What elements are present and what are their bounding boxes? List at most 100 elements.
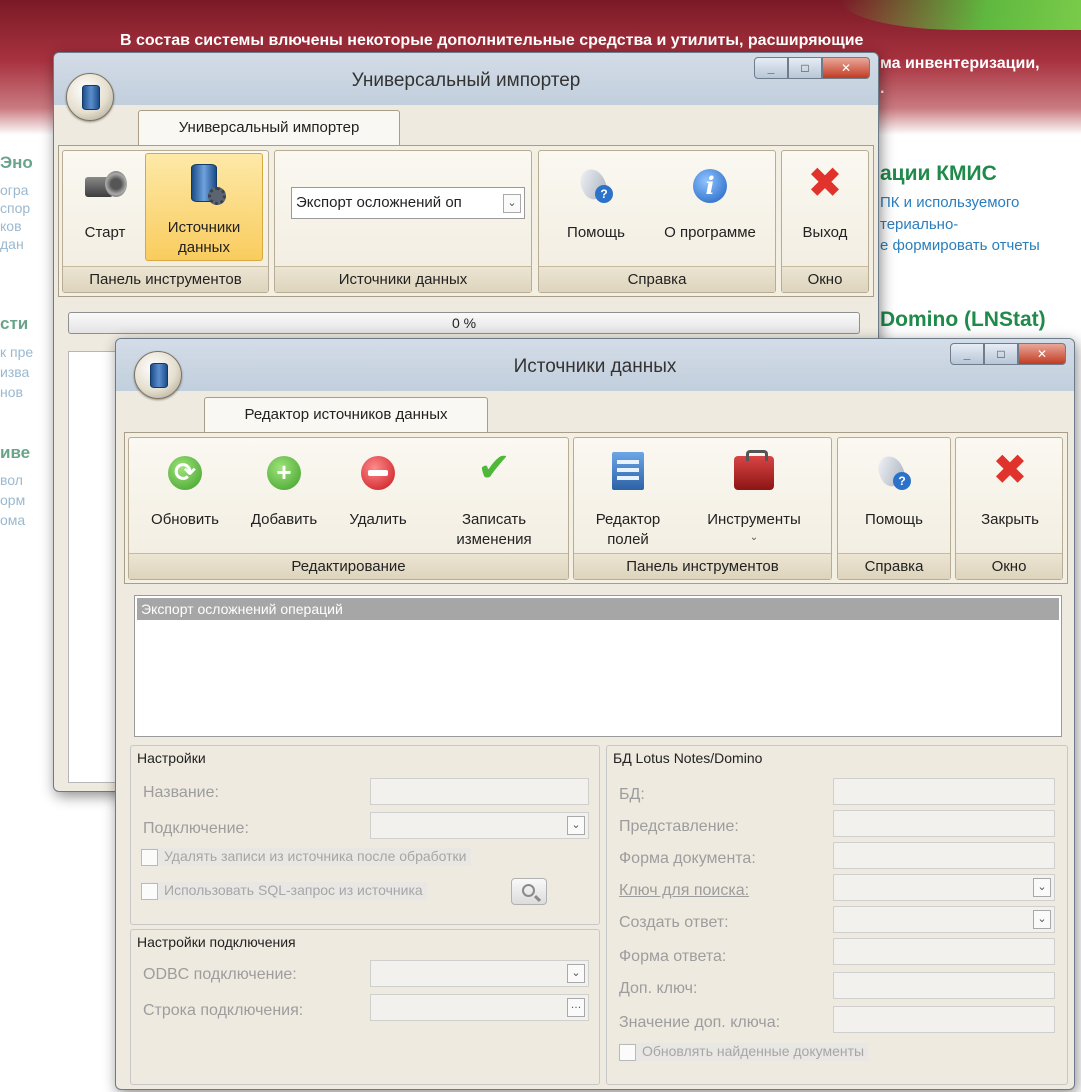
- sources-ribbon: ⟳ Обновить + Добавить Удалить ✔ Записать…: [124, 432, 1068, 584]
- group-window: ✖ Закрыть Окно: [955, 437, 1063, 580]
- ellipsis-icon[interactable]: …: [567, 998, 585, 1017]
- delete-button[interactable]: Удалить: [335, 444, 421, 548]
- refresh-button[interactable]: ⟳ Обновить: [139, 444, 231, 548]
- doc-form-label: Форма документа:: [619, 850, 756, 867]
- save-changes-button[interactable]: ✔ Записать изменения: [429, 444, 559, 548]
- tools-button-label: Инструменты: [707, 511, 801, 528]
- group-window: ✖ Выход Окно: [781, 150, 869, 293]
- group-toolbar-label: Панель инструментов: [63, 266, 268, 292]
- create-reply-select[interactable]: ⌄: [833, 906, 1055, 933]
- extra-key-field[interactable]: [833, 972, 1055, 999]
- help-button-label: Помощь: [567, 224, 625, 241]
- extra-key-value-label: Значение доп. ключа:: [619, 1014, 781, 1031]
- chevron-down-icon[interactable]: ⌄: [1033, 878, 1051, 897]
- db-field[interactable]: [833, 778, 1055, 805]
- tab-universal-importer[interactable]: Универсальный импортер: [138, 110, 400, 146]
- checkbox-box[interactable]: [619, 1043, 636, 1061]
- close-button[interactable]: ✕: [1018, 343, 1066, 365]
- left-fragment: огра: [0, 182, 29, 198]
- left-fragment: дан: [0, 236, 24, 252]
- progress-text: 0 %: [451, 315, 477, 331]
- minimize-button[interactable]: _: [950, 343, 984, 365]
- help-button[interactable]: ? Помощь: [844, 444, 944, 548]
- chevron-down-icon[interactable]: ⌄: [567, 964, 585, 983]
- minimize-button[interactable]: _: [754, 57, 788, 79]
- left-fragment: нов: [0, 384, 23, 400]
- search-key-select[interactable]: ⌄: [833, 874, 1055, 901]
- data-sources-button[interactable]: Источники данных: [145, 153, 263, 261]
- importer-titlebar[interactable]: Универсальный импортер _ □ ✕: [54, 53, 878, 105]
- close-x-icon: ✖: [807, 159, 843, 206]
- chevron-down-icon: ⌄: [749, 532, 759, 543]
- group-editing: ⟳ Обновить + Добавить Удалить ✔ Записать…: [128, 437, 569, 580]
- save-changes-button-label: Записать изменения: [456, 511, 532, 548]
- search-key-label[interactable]: Ключ для поиска:: [619, 882, 749, 900]
- view-field[interactable]: [833, 810, 1055, 837]
- connection-settings-title: Настройки подключения: [137, 934, 296, 950]
- reply-form-field[interactable]: [833, 938, 1055, 965]
- source-select[interactable]: Экспорт осложнений оп ⌄: [291, 187, 525, 219]
- left-fragment: к пре: [0, 344, 34, 360]
- kmis-text-line3[interactable]: е формировать отчеты: [880, 237, 1040, 254]
- left-fragment: изва: [0, 364, 30, 380]
- banner-text-line3: .: [880, 80, 885, 97]
- add-button[interactable]: + Добавить: [235, 444, 333, 548]
- delete-icon: [361, 456, 395, 490]
- group-help-label: Справка: [838, 553, 950, 579]
- left-fragment: ома: [0, 512, 26, 528]
- kmis-text-line1[interactable]: ПК и используемого: [880, 194, 1019, 211]
- start-button-label: Старт: [84, 224, 126, 241]
- start-button[interactable]: Старт: [69, 157, 141, 261]
- kmis-text-line2[interactable]: териально-: [880, 216, 958, 233]
- help-button-label: Помощь: [865, 511, 923, 528]
- name-field[interactable]: [370, 778, 589, 805]
- checkbox-box[interactable]: [141, 848, 158, 866]
- left-fragment: Эно: [0, 153, 33, 172]
- list-item[interactable]: Экспорт осложнений операций: [137, 598, 1059, 620]
- delete-button-label: Удалить: [349, 511, 407, 528]
- data-sources-list[interactable]: Экспорт осложнений операций: [134, 595, 1062, 737]
- tools-dropdown-button[interactable]: Инструменты ⌄: [682, 444, 826, 548]
- banner-text-line2: ма инвентеризации,: [880, 55, 1040, 72]
- use-sql-checkbox[interactable]: Использовать SQL-запрос из источника: [141, 882, 427, 900]
- chevron-down-icon[interactable]: ⌄: [567, 816, 585, 835]
- maximize-button[interactable]: □: [984, 343, 1018, 365]
- importer-ribbon: Старт Источники данных Панель инструмент…: [58, 145, 874, 297]
- chevron-down-icon[interactable]: ⌄: [1033, 910, 1051, 929]
- conn-string-label: Строка подключения:: [143, 1002, 304, 1019]
- group-data-sources-label: Источники данных: [275, 266, 531, 292]
- tab-data-source-editor[interactable]: Редактор источников данных: [204, 397, 488, 433]
- about-button[interactable]: i О программе: [651, 157, 769, 261]
- field-editor-button[interactable]: Редактор полей: [580, 444, 676, 548]
- app-menu-orb[interactable]: [134, 351, 182, 399]
- view-label: Представление:: [619, 818, 739, 835]
- update-found-checkbox[interactable]: Обновлять найденные документы: [619, 1043, 869, 1061]
- conn-string-field[interactable]: …: [370, 994, 589, 1021]
- data-sources-button-label: Источники данных: [167, 219, 241, 256]
- odbc-select[interactable]: ⌄: [370, 960, 589, 987]
- delete-records-checkbox[interactable]: Удалять записи из источника после обрабо…: [141, 848, 471, 866]
- extra-key-value-field[interactable]: [833, 1006, 1055, 1033]
- doc-form-field[interactable]: [833, 842, 1055, 869]
- chevron-down-icon[interactable]: ⌄: [503, 194, 521, 213]
- use-sql-checkbox-label: Использовать SQL-запрос из источника: [164, 882, 423, 898]
- exit-button[interactable]: ✖ Выход: [786, 157, 864, 261]
- sql-search-button[interactable]: [511, 878, 547, 905]
- close-window-button[interactable]: ✖ Закрыть: [962, 444, 1058, 548]
- connection-settings-panel: Настройки подключения ODBC подключение: …: [130, 929, 600, 1085]
- database-icon: [150, 363, 168, 388]
- add-button-label: Добавить: [250, 511, 318, 528]
- about-button-label: О программе: [664, 224, 756, 241]
- close-button[interactable]: ✕: [822, 57, 870, 79]
- maximize-button[interactable]: □: [788, 57, 822, 79]
- sources-titlebar[interactable]: Источники данных _ □ ✕: [116, 339, 1074, 391]
- checkbox-box[interactable]: [141, 882, 158, 900]
- checkmark-icon: ✔: [477, 446, 511, 490]
- connection-label: Подключение:: [143, 820, 249, 837]
- app-menu-orb[interactable]: [66, 73, 114, 121]
- create-reply-label: Создать ответ:: [619, 914, 729, 931]
- help-button[interactable]: ? Помощь: [545, 157, 647, 261]
- odbc-label: ODBC подключение:: [143, 966, 297, 983]
- connection-select[interactable]: ⌄: [370, 812, 589, 839]
- search-icon: [522, 884, 535, 897]
